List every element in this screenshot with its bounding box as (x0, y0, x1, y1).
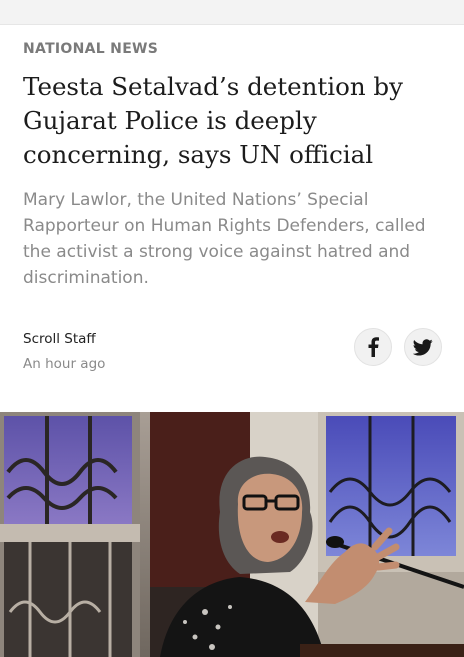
facebook-icon (367, 337, 379, 357)
article-timestamp: An hour ago (23, 356, 106, 372)
article-author[interactable]: Scroll Staff (23, 331, 96, 347)
article-headline: Teesta Setalvad’s detention by Gujarat P… (23, 72, 403, 169)
article-summary: Mary Lawlor, the United Nations’ Special… (23, 190, 426, 288)
article-category[interactable]: NATIONAL NEWS (23, 41, 158, 57)
facebook-share-button[interactable] (354, 328, 392, 366)
twitter-share-button[interactable] (404, 328, 442, 366)
top-status-strip (0, 0, 464, 25)
article-photo (0, 412, 464, 657)
twitter-icon (413, 338, 433, 356)
